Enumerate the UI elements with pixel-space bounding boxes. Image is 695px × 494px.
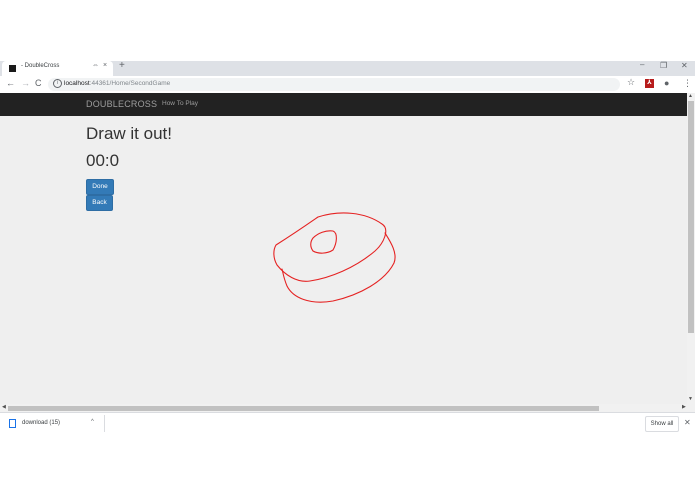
- download-bar-close-icon[interactable]: ✕: [684, 418, 691, 427]
- pdf-extension-icon[interactable]: ⅄: [645, 79, 654, 88]
- maximize-button[interactable]: ❐: [660, 61, 667, 70]
- scroll-up-arrow-icon[interactable]: ▲: [688, 93, 693, 99]
- scroll-left-arrow-icon[interactable]: ◀: [2, 404, 6, 410]
- scroll-down-arrow-icon[interactable]: ▼: [688, 396, 693, 402]
- horizontal-scroll-thumb[interactable]: [8, 406, 599, 411]
- tab-audio-icon: ⇔: [92, 62, 99, 69]
- minimize-button[interactable]: –: [640, 60, 644, 69]
- file-icon: [9, 419, 16, 428]
- chevron-up-icon[interactable]: ^: [91, 419, 94, 425]
- stroke-side: [281, 232, 396, 303]
- url-host: localhost: [64, 80, 90, 87]
- download-item-name[interactable]: download (15): [22, 420, 60, 426]
- tab-title: - DoubleCross: [21, 63, 60, 69]
- vertical-scroll-thumb[interactable]: [688, 101, 694, 333]
- tab-close-icon[interactable]: ×: [103, 62, 107, 69]
- sketch-strokes: [273, 212, 396, 303]
- url-path: :44361/Home/SecondGame: [89, 80, 171, 87]
- stroke-outer-top: [273, 212, 387, 282]
- forward-button[interactable]: →: [21, 78, 30, 88]
- reload-button[interactable]: C: [35, 78, 42, 88]
- url-text[interactable]: localhost:44361/Home/SecondGame: [64, 80, 170, 87]
- back-button[interactable]: ←: [6, 78, 15, 88]
- drawing-canvas[interactable]: [0, 93, 687, 404]
- star-icon[interactable]: ☆: [627, 77, 635, 88]
- new-tab-button[interactable]: +: [119, 60, 125, 71]
- window-close-button[interactable]: ✕: [681, 61, 688, 70]
- scroll-right-arrow-icon[interactable]: ▶: [682, 404, 686, 410]
- account-icon[interactable]: ●: [664, 78, 669, 88]
- download-divider: [104, 415, 105, 432]
- stroke-inner-hole: [310, 230, 337, 254]
- kebab-menu-icon[interactable]: ⋮: [683, 78, 692, 89]
- show-all-button[interactable]: Show all: [645, 416, 679, 432]
- info-icon[interactable]: i: [53, 79, 62, 88]
- favicon-icon: [9, 65, 16, 72]
